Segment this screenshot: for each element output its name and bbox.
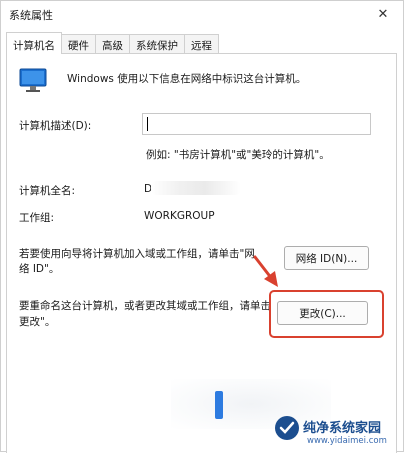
text-caret — [147, 117, 148, 131]
red-arrow-icon — [253, 255, 278, 287]
blurred-blue-element — [215, 391, 223, 419]
description-example: 例如: "书房计算机"或"美玲的计算机"。 — [146, 149, 330, 161]
watermark-name: 纯净系统家园 — [303, 421, 382, 436]
workgroup-value: WORKGROUP — [144, 210, 215, 222]
highlight-box — [269, 290, 384, 338]
close-icon[interactable]: ✕ — [369, 3, 397, 25]
tab-advanced[interactable]: 高级 — [95, 34, 130, 54]
watermark-url: www.yidaimei.com — [307, 436, 387, 446]
system-properties-window: 系统属性 ✕ 计算机名 硬件 高级 系统保护 远程 Windows 使用以下信息… — [0, 0, 404, 453]
description-label: 计算机描述(D): — [19, 120, 92, 132]
network-id-text-line2: 络 ID"。 — [19, 263, 60, 275]
workgroup-label: 工作组: — [19, 212, 55, 224]
tab-system-protection[interactable]: 系统保护 — [129, 34, 185, 54]
network-id-button[interactable]: 网络 ID(N)... — [284, 246, 369, 270]
tab-remote[interactable]: 远程 — [184, 34, 219, 54]
rename-text-line1: 要重命名这台计算机，或者更改其域或工作组，请单击 — [19, 300, 271, 312]
window-title: 系统属性 — [9, 9, 53, 22]
redacted-name — [151, 181, 241, 195]
tab-strip: 计算机名 硬件 高级 系统保护 远程 — [6, 32, 219, 54]
tab-computer-name[interactable]: 计算机名 — [6, 32, 62, 54]
tab-hardware[interactable]: 硬件 — [61, 34, 96, 54]
monitor-icon — [19, 68, 47, 92]
network-id-text-line1: 若要使用向导将计算机加入域或工作组，请单击"网 — [19, 248, 255, 260]
rename-text-line2: 更改"。 — [19, 316, 56, 328]
watermark-logo-icon — [275, 416, 299, 440]
full-name-label: 计算机全名: — [19, 185, 76, 197]
title-bar: 系统属性 ✕ — [1, 1, 403, 29]
info-text: Windows 使用以下信息在网络中标识这台计算机。 — [67, 73, 307, 85]
description-input[interactable] — [142, 113, 371, 135]
